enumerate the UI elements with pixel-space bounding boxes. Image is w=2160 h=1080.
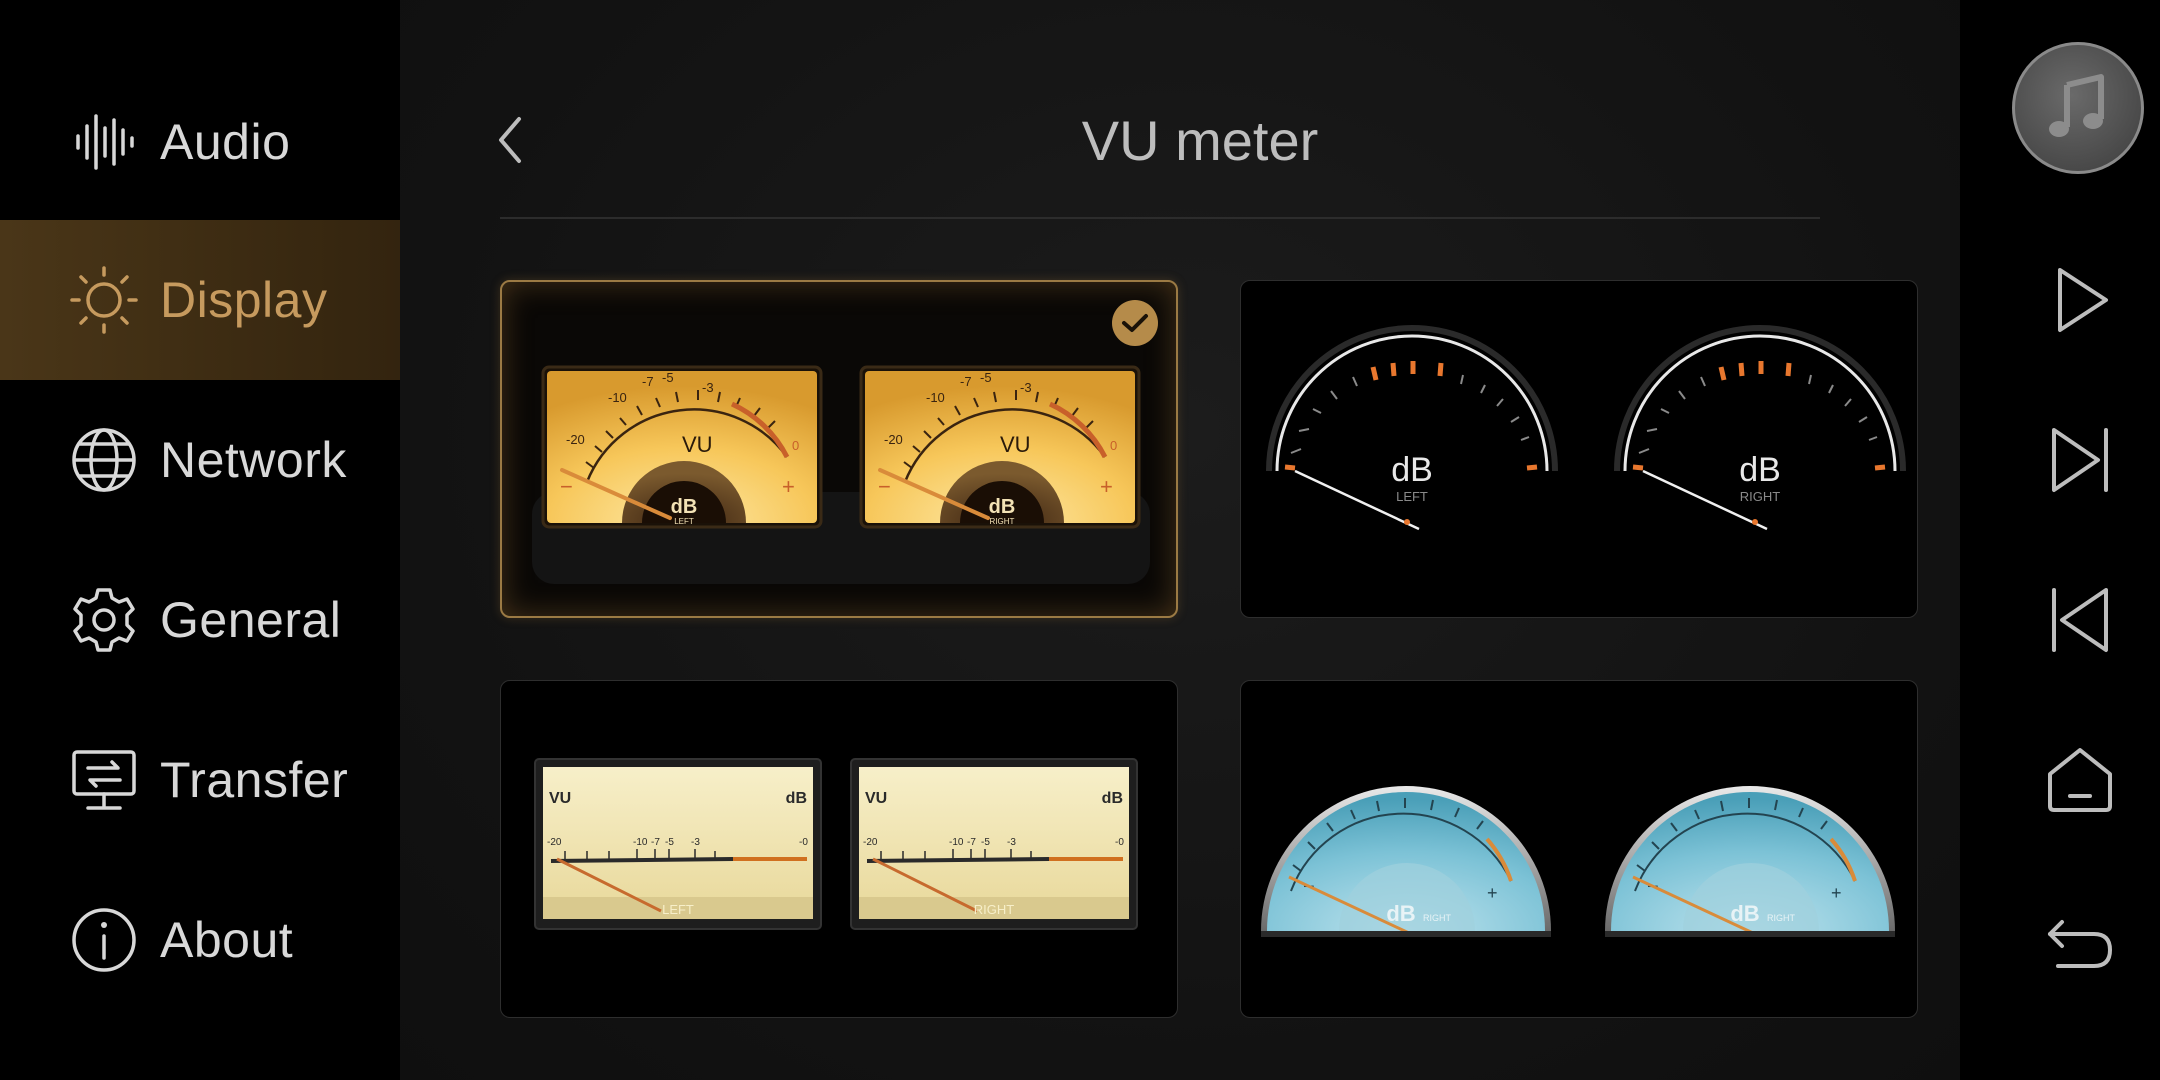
channel-label: RIGHT <box>1740 489 1781 504</box>
channel-label: LEFT <box>674 517 694 526</box>
tick-label: -3 <box>1007 837 1016 848</box>
plus-label: + <box>1487 883 1498 903</box>
db-label: dB <box>989 496 1016 518</box>
return-icon <box>2048 920 2113 968</box>
vu-style-card-dark[interactable]: dB LEFT dB RIGHT <box>1240 280 1918 618</box>
sidebar-item-label: Audio <box>160 114 291 170</box>
sidebar-item-display[interactable]: Display <box>0 220 400 380</box>
channel-label: RIGHT <box>1767 913 1796 923</box>
vu-style-card-blue[interactable]: − + dB RIGHT − <box>1240 680 1918 1018</box>
sidebar-item-label: Display <box>160 272 328 328</box>
tick-label: -7 <box>651 837 660 848</box>
dark-meter-left: dB LEFT <box>1266 325 1558 531</box>
brightness-icon <box>68 264 140 336</box>
db-label: dB <box>786 790 807 807</box>
sidebar-item-label: Transfer <box>160 752 349 808</box>
waveform-icon <box>68 106 140 178</box>
tick-label: -5 <box>981 837 990 848</box>
tick-label: -10 <box>949 837 964 848</box>
music-note-icon <box>2049 74 2104 137</box>
db-label: dB <box>1102 790 1123 807</box>
gear-icon <box>68 584 140 656</box>
db-label: dB <box>1730 901 1759 926</box>
tick-label: -0 <box>1115 837 1124 848</box>
minus-label: − <box>560 474 573 499</box>
return-button[interactable] <box>2040 900 2120 980</box>
tick-label: -5 <box>665 837 674 848</box>
transfer-icon <box>68 744 140 816</box>
tick-label: -7 <box>642 374 654 389</box>
tick-label: -0 <box>799 837 808 848</box>
previous-button[interactable] <box>2040 580 2120 660</box>
vu-label: VU <box>865 790 887 807</box>
tick-label: -20 <box>566 432 585 447</box>
cream-meter-right: VU dB -20 -10 -7 -5 -3 -0 RIGHT <box>850 758 1138 930</box>
sidebar-item-label: About <box>160 912 294 968</box>
channel-label: LEFT <box>662 902 694 917</box>
vu-label: VU <box>1000 432 1031 457</box>
title-divider <box>500 217 1820 219</box>
tick-label: -5 <box>980 370 992 385</box>
channel-label: RIGHT <box>990 517 1015 526</box>
tick-label: -3 <box>691 837 700 848</box>
tick-label: -7 <box>967 837 976 848</box>
amber-meter-right: -20 -10 -7 -5 -3 0 VU − + dB RIGHT <box>859 365 1141 529</box>
tick-label: -10 <box>633 837 648 848</box>
tick-label: -10 <box>608 390 627 405</box>
channel-label: RIGHT <box>974 902 1015 917</box>
minus-label: − <box>878 474 891 499</box>
dark-meter-right: dB RIGHT <box>1614 325 1906 531</box>
main-panel: VU meter -20 -10 -7 -5 -3 0 VU − + dB LE… <box>400 0 1960 1080</box>
play-button[interactable] <box>2040 260 2120 340</box>
tick-label: -20 <box>884 432 903 447</box>
blue-meter-left: − + dB RIGHT <box>1261 786 1551 937</box>
home-button[interactable] <box>2040 740 2120 820</box>
db-label: dB <box>1739 451 1781 489</box>
now-playing-button[interactable] <box>2012 42 2144 174</box>
amber-meter-left: -20 -10 -7 -5 -3 0 VU − + dB LEFT <box>541 365 823 529</box>
tick-label: -20 <box>547 837 562 848</box>
tick-label: -3 <box>702 380 714 395</box>
vu-style-card-amber[interactable]: -20 -10 -7 -5 -3 0 VU − + dB LEFT -20 -1… <box>500 280 1178 618</box>
db-label: dB <box>671 496 698 518</box>
tick-label: 0 <box>1110 438 1117 453</box>
channel-label: RIGHT <box>1423 913 1452 923</box>
plus-label: + <box>1100 474 1113 499</box>
tick-label: -20 <box>863 837 878 848</box>
plus-label: + <box>782 474 795 499</box>
sidebar-item-network[interactable]: Network <box>0 380 400 540</box>
sidebar-item-about[interactable]: About <box>0 860 400 1020</box>
channel-label: LEFT <box>1396 489 1428 504</box>
tick-label: -7 <box>960 374 972 389</box>
tick-label: -5 <box>662 370 674 385</box>
db-label: dB <box>1386 901 1415 926</box>
sidebar-item-general[interactable]: General <box>0 540 400 700</box>
plus-label: + <box>1831 883 1842 903</box>
vu-label: VU <box>549 790 571 807</box>
skip-previous-icon <box>2052 588 2108 652</box>
next-button[interactable] <box>2040 420 2120 500</box>
home-icon <box>2048 748 2112 812</box>
tick-label: -3 <box>1020 380 1032 395</box>
db-label: dB <box>1391 451 1433 489</box>
vu-style-card-cream[interactable]: VU dB -20 -10 -7 -5 -3 -0 LEFT VU dB -20… <box>500 680 1178 1018</box>
sidebar: Audio Display Network General Transfer A… <box>0 0 400 1080</box>
vu-label: VU <box>682 432 713 457</box>
sidebar-item-audio[interactable]: Audio <box>0 62 400 222</box>
sidebar-item-label: Network <box>160 432 347 488</box>
skip-next-icon <box>2052 428 2108 492</box>
tick-label: 0 <box>792 438 799 453</box>
play-icon <box>2058 268 2108 332</box>
tick-label: -10 <box>926 390 945 405</box>
globe-icon <box>68 424 140 496</box>
blue-meter-right: − + dB RIGHT <box>1605 786 1895 937</box>
selected-check-icon <box>1112 300 1158 346</box>
sidebar-item-label: General <box>160 592 342 648</box>
cream-meter-left: VU dB -20 -10 -7 -5 -3 -0 LEFT <box>534 758 822 930</box>
page-title: VU meter <box>1081 109 1319 172</box>
info-icon <box>68 904 140 976</box>
sidebar-item-transfer[interactable]: Transfer <box>0 700 400 860</box>
